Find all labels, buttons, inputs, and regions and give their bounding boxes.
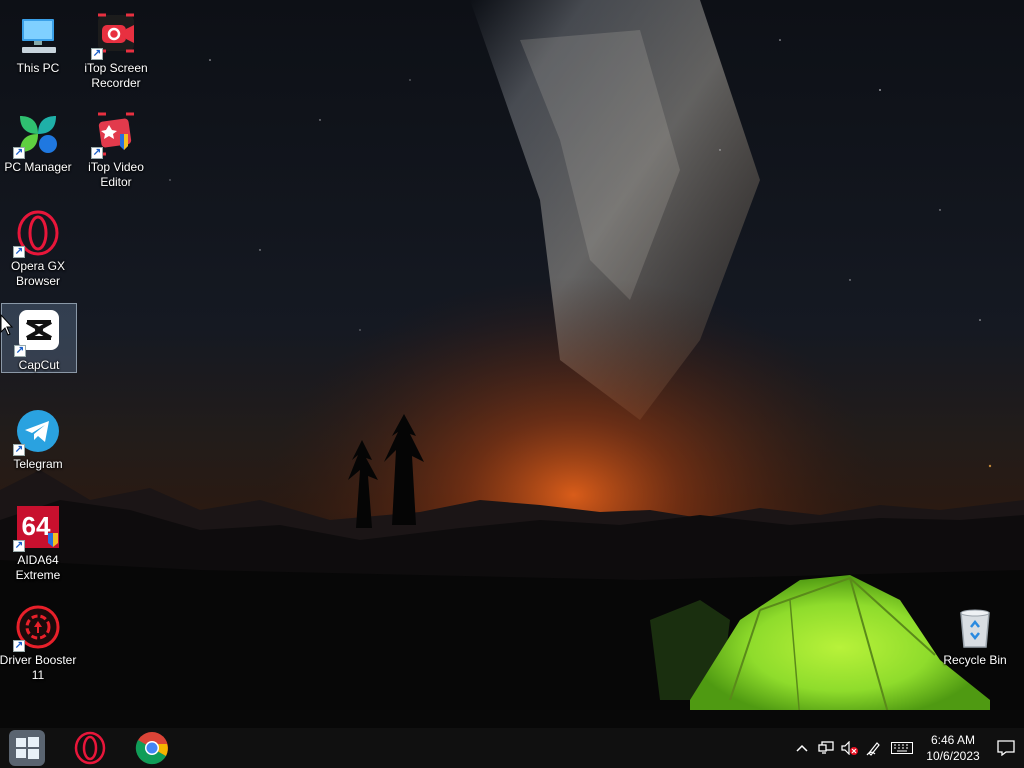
chrome-icon <box>135 732 168 765</box>
desktop-icon-label: Recycle Bin <box>943 653 1007 667</box>
telegram-icon: ↗ <box>13 407 62 456</box>
itop-video-editor-icon: ↗ <box>91 110 140 159</box>
clock-time: 6:46 AM <box>930 733 976 747</box>
shortcut-arrow-icon: ↗ <box>13 444 25 456</box>
notification-icon <box>997 740 1015 756</box>
start-button[interactable] <box>0 728 54 768</box>
itop-screen-recorder-icon: ↗ <box>91 11 140 60</box>
network-button[interactable] <box>814 728 838 768</box>
desktop-icon-label: AIDA64 Extreme <box>15 553 61 582</box>
desktop-icon-telegram[interactable]: ↗ Telegram <box>0 402 76 472</box>
chevron-up-icon <box>796 744 808 752</box>
taskbar: 6:46 AM 10/6/2023 <box>0 728 1024 768</box>
windows-logo-icon <box>9 730 45 766</box>
desktop-icon-itop-video-editor[interactable]: ↗ iTop Video Editor <box>78 105 154 189</box>
shortcut-arrow-icon: ↗ <box>91 48 103 60</box>
svg-text:64: 64 <box>22 511 51 541</box>
volume-muted-icon <box>841 741 858 755</box>
pen-icon <box>866 742 880 756</box>
desktop-icon-this-pc[interactable]: This PC <box>0 6 76 76</box>
shortcut-arrow-icon: ↗ <box>13 540 25 552</box>
network-icon <box>818 741 834 754</box>
desktop-icon-pc-manager[interactable]: ↗ PC Manager <box>0 105 76 175</box>
shortcut-arrow-icon: ↗ <box>13 147 25 159</box>
keyboard-icon <box>891 742 913 754</box>
desktop-icon-driver-booster[interactable]: ↗ Driver Booster 11 <box>0 598 76 682</box>
show-hidden-icons-button[interactable] <box>790 728 814 768</box>
notification-center-button[interactable] <box>988 728 1024 768</box>
recycle-bin-icon <box>951 603 999 651</box>
desktop-icon-recycle-bin[interactable]: Recycle Bin <box>937 598 1013 668</box>
shortcut-arrow-icon: ↗ <box>13 640 25 652</box>
desktop-icon-itop-screen-recorder[interactable]: ↗ iTop Screen Recorder <box>78 6 154 90</box>
desktop-icon-label: This PC <box>16 61 60 75</box>
system-tray: 6:46 AM 10/6/2023 <box>790 728 1024 768</box>
opera-gx-icon: ↗ <box>13 209 62 258</box>
desktop-icon-label: Telegram <box>13 457 63 471</box>
pen-workspace-button[interactable] <box>862 728 886 768</box>
shortcut-arrow-icon: ↗ <box>14 345 26 357</box>
driver-booster-icon: ↗ <box>13 603 62 652</box>
aida64-icon: 64 ↗ <box>13 503 62 552</box>
pc-manager-icon: ↗ <box>13 110 62 159</box>
desktop-icon-aida64-extreme[interactable]: 64 ↗ AIDA64 Extreme <box>0 498 76 582</box>
desktop-icon-label: iTop Screen Recorder <box>84 61 148 90</box>
shortcut-arrow-icon: ↗ <box>91 147 103 159</box>
taskbar-opera-button[interactable] <box>62 728 118 768</box>
taskbar-chrome-button[interactable] <box>124 728 180 768</box>
desktop-icon-label: Driver Booster 11 <box>0 653 77 682</box>
desktop-icon-label: CapCut <box>18 358 60 372</box>
desktop-icon-label: iTop Video Editor <box>88 160 144 189</box>
touch-keyboard-button[interactable] <box>886 728 918 768</box>
desktop-icon-opera-gx-browser[interactable]: ↗ Opera GX Browser <box>0 204 76 288</box>
capcut-icon: ↗ <box>14 308 63 357</box>
clock-date: 10/6/2023 <box>926 749 980 763</box>
opera-icon <box>74 731 106 765</box>
shortcut-arrow-icon: ↗ <box>13 246 25 258</box>
desktop-icon-label: Opera GX Browser <box>10 259 66 288</box>
taskbar-clock[interactable]: 6:46 AM 10/6/2023 <box>918 732 988 764</box>
desktop-icon-label: PC Manager <box>4 160 72 174</box>
mouse-cursor-icon <box>0 314 14 336</box>
volume-button[interactable] <box>838 728 862 768</box>
this-pc-icon <box>14 11 62 59</box>
